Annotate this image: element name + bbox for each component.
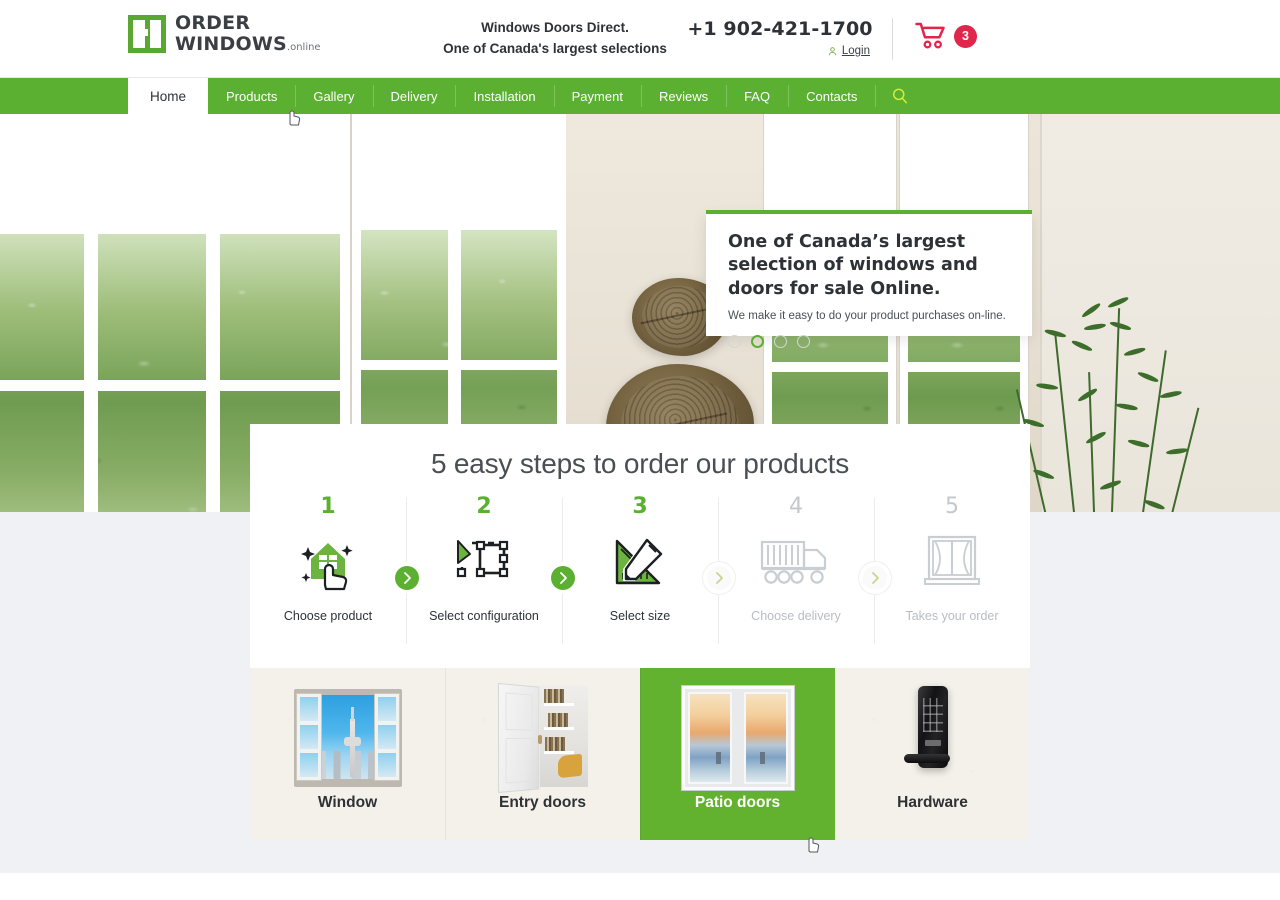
shopping-cart-icon <box>915 22 945 49</box>
step-number-3: 3 <box>632 494 648 519</box>
window-curtain-icon <box>921 531 983 593</box>
step-choose-delivery[interactable]: 4 Choose delivery <box>718 494 874 658</box>
step-number-5: 5 <box>945 494 959 519</box>
chevron-right-icon <box>403 572 411 584</box>
cart-count-badge: 3 <box>954 24 977 48</box>
category-label-window: Window <box>317 794 378 811</box>
nav-item-reviews[interactable]: Reviews <box>640 78 726 114</box>
steps-heading: 5 easy steps to order our products <box>430 448 850 479</box>
step-label-5: Takes your order <box>905 609 999 623</box>
logo-suffix: .online <box>286 42 321 53</box>
category-card-entry-doors[interactable]: Entry doors <box>445 668 640 840</box>
site-header: ORDER WINDOWS.online Windows Doors Direc… <box>0 0 1280 78</box>
window-logo-icon <box>128 15 166 53</box>
hero-carousel-dots <box>706 322 1032 348</box>
search-icon <box>893 88 908 104</box>
hero-callout-card: One of Canada’s largest selection of win… <box>706 210 1032 348</box>
carousel-dot-1[interactable] <box>728 334 741 348</box>
product-category-cards: Window Entry doors Patio doors Hardware <box>250 668 1030 840</box>
nav-item-contacts[interactable]: Contacts <box>788 78 875 114</box>
step-select-size[interactable]: 3 Select size <box>562 494 718 658</box>
step-connector-3[interactable] <box>707 566 731 590</box>
bamboo-plant <box>1015 290 1230 512</box>
step-takes-your-order[interactable]: 5 Takes your order <box>874 494 1030 658</box>
steps-row: 1 Choose product 2 Select configuration … <box>250 494 1030 658</box>
tagline-line-1: Windows Doors Direct. <box>481 20 629 35</box>
contact-block: +1 902-421-1700 Login <box>680 18 880 57</box>
page-root: ORDER WINDOWS.online Windows Doors Direc… <box>0 0 1280 900</box>
site-logo[interactable]: ORDER WINDOWS.online <box>128 14 321 54</box>
phone-number[interactable]: +1 902-421-1700 <box>680 18 880 40</box>
step-label-2: Select configuration <box>429 609 539 623</box>
step-number-4: 4 <box>789 494 803 519</box>
step-connector-2[interactable] <box>551 566 575 590</box>
main-navigation: Home Products Gallery Delivery Installat… <box>0 78 1280 114</box>
login-row[interactable]: Login <box>680 45 880 57</box>
step-select-configuration[interactable]: 2 Select configuration <box>406 494 562 658</box>
category-label-patio-doors: Patio doors <box>694 794 781 811</box>
nav-item-installation[interactable]: Installation <box>455 78 553 114</box>
order-steps-panel: 5 easy steps to order our products 1 Cho… <box>250 424 1030 668</box>
logo-line-1: ORDER <box>175 12 251 34</box>
header-divider <box>892 18 893 60</box>
open-window-cityscape-photo <box>293 686 402 790</box>
category-card-hardware[interactable]: Hardware <box>835 668 1030 840</box>
nav-item-gallery[interactable]: Gallery <box>295 78 372 114</box>
category-label-hardware: Hardware <box>897 794 968 811</box>
nav-item-payment[interactable]: Payment <box>553 78 641 114</box>
step-label-3: Select size <box>609 609 671 623</box>
nav-item-products[interactable]: Products <box>208 78 295 114</box>
nav-item-delivery[interactable]: Delivery <box>372 78 456 114</box>
step-number-1: 1 <box>320 494 336 519</box>
step-number-2: 2 <box>476 494 492 519</box>
chevron-right-icon <box>715 572 723 584</box>
category-card-window[interactable]: Window <box>250 668 445 840</box>
step-connector-4[interactable] <box>863 566 887 590</box>
category-card-patio-doors[interactable]: Patio doors <box>640 668 835 840</box>
user-icon <box>828 46 836 55</box>
nav-search-button[interactable] <box>875 78 925 114</box>
step-choose-product[interactable]: 1 Choose product <box>250 494 406 658</box>
nav-item-home[interactable]: Home <box>128 78 209 114</box>
chevron-right-icon <box>559 572 567 584</box>
category-label-entry-doors: Entry doors <box>499 794 586 811</box>
chevron-right-icon <box>871 572 879 584</box>
login-link[interactable]: Login <box>842 45 870 57</box>
carousel-dot-2[interactable] <box>751 334 764 348</box>
sliding-patio-door-sunset-photo <box>681 686 794 790</box>
carousel-dot-3[interactable] <box>774 334 787 348</box>
smart-door-lock-photo <box>903 686 956 790</box>
ruler-pencil-icon <box>609 531 671 593</box>
open-entry-door-interior-photo <box>497 683 588 793</box>
logo-line-2: WINDOWS.online <box>175 33 321 55</box>
selection-nodes-icon <box>452 531 516 593</box>
logo-wordmark: ORDER WINDOWS.online <box>175 14 321 54</box>
cart-button[interactable]: 3 <box>915 22 977 50</box>
hand-pointer-house-icon <box>297 531 359 593</box>
hero-subtitle: We make it easy to do your product purch… <box>728 309 1006 322</box>
tagline-line-2: One of Canada's largest selections <box>443 40 667 56</box>
nav-item-faq[interactable]: FAQ <box>726 78 788 114</box>
header-tagline: Windows Doors Direct. One of Canada's la… <box>410 18 700 60</box>
carousel-dot-4[interactable] <box>797 334 810 348</box>
delivery-truck-icon <box>759 531 833 593</box>
step-label-1: Choose product <box>283 609 373 623</box>
step-label-4: Choose delivery <box>751 609 841 623</box>
hero-title: One of Canada’s largest selection of win… <box>728 232 978 299</box>
step-connector-1[interactable] <box>395 566 419 590</box>
